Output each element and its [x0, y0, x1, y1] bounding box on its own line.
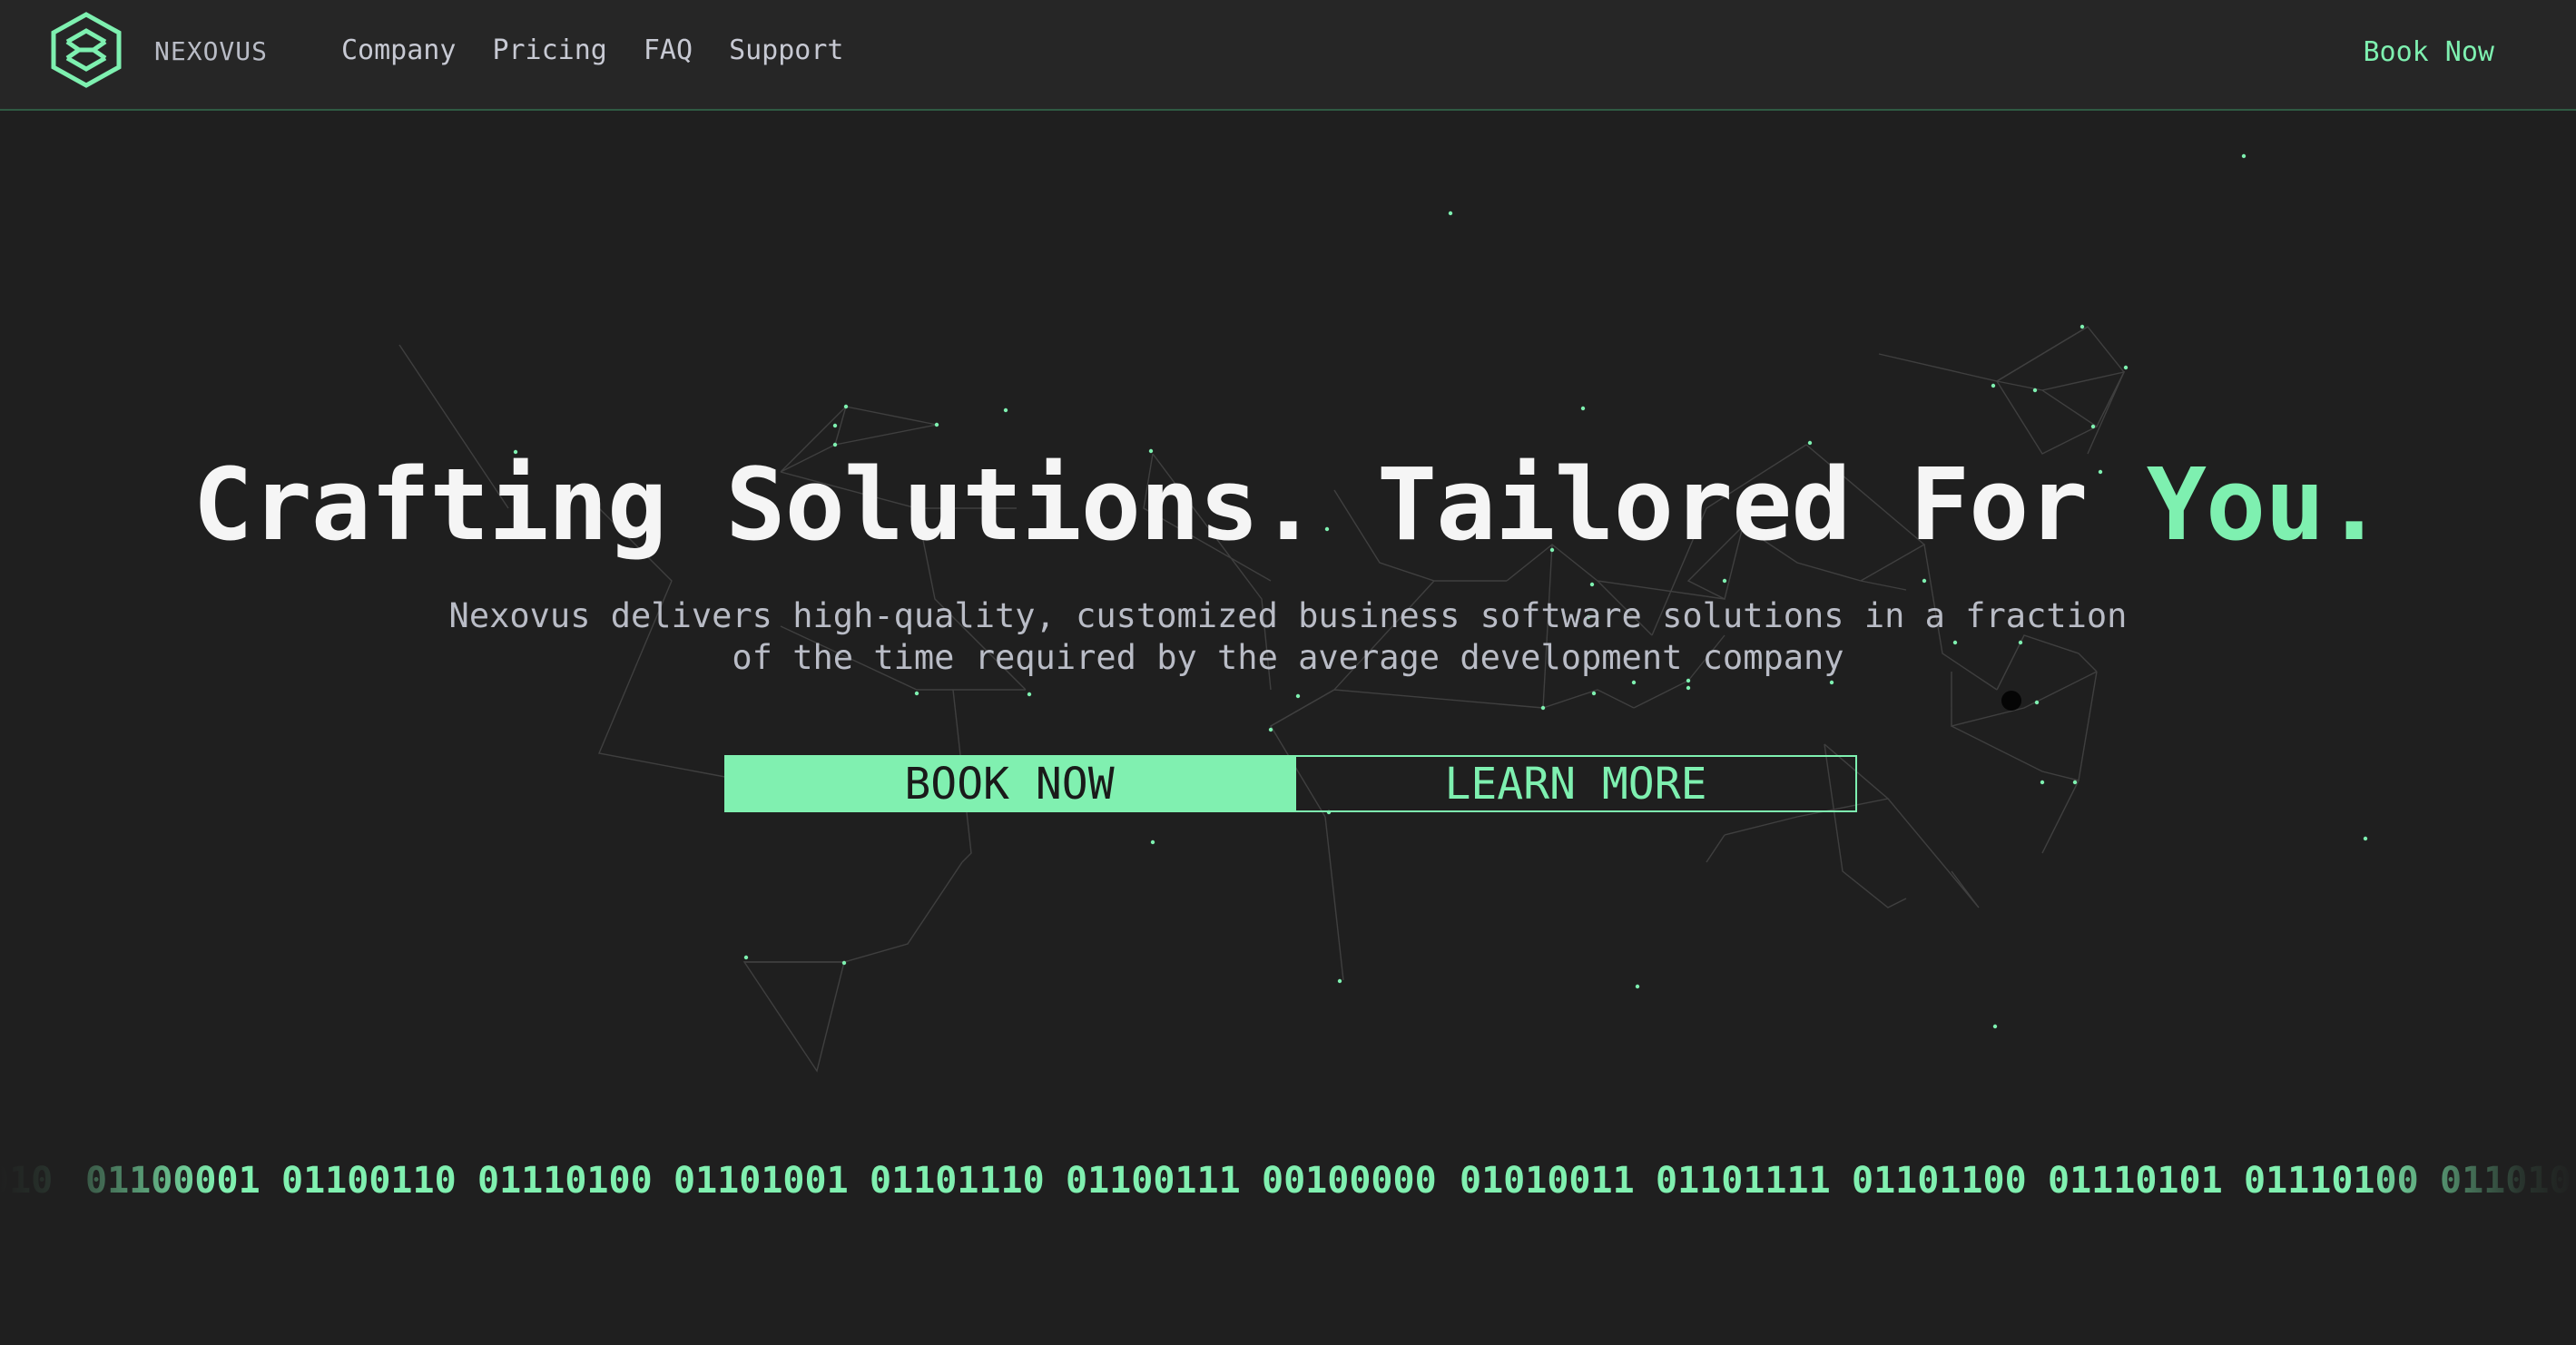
nav-support-link[interactable]: Support — [729, 34, 843, 66]
landing-page: NEXOVUS Company Pricing FAQ Support Book… — [0, 0, 2576, 1345]
ticker-byte: 01101110 — [870, 1160, 1045, 1202]
hero-subtitle-line-1: Nexovus delivers high-quality, customize… — [448, 596, 2128, 635]
hero-subtitle: Nexovus delivers high-quality, customize… — [380, 595, 2196, 679]
ticker-fade-right — [2358, 1154, 2576, 1209]
ticker-byte: 01110101 — [2048, 1160, 2223, 1202]
hero-buttons: BOOK NOW LEARN MORE — [724, 755, 1857, 812]
binary-ticker: 010 01100001 01100110 01110100 01101001 … — [0, 1154, 2576, 1209]
header-book-now-link[interactable]: Book Now — [2364, 36, 2495, 68]
ticker-byte: 01100111 — [1066, 1160, 1241, 1202]
ticker-fade-left — [0, 1154, 218, 1209]
hero-title-main: Crafting Solutions. Tailored For — [192, 447, 2147, 563]
hero-subtitle-line-2: of the time required by the average deve… — [732, 638, 1844, 677]
ticker-byte: 00100000 — [1262, 1160, 1437, 1202]
ticker-byte: 01101111 — [1656, 1160, 1831, 1202]
main-nav: Company Pricing FAQ Support — [341, 34, 844, 66]
book-now-button[interactable]: BOOK NOW — [724, 755, 1294, 812]
nav-faq-link[interactable]: FAQ — [644, 34, 693, 66]
ticker-track: 010 01100001 01100110 01110100 01101001 … — [0, 1154, 2576, 1209]
ticker-byte: 01101001 — [673, 1160, 849, 1202]
hero-title: Crafting Solutions. Tailored For You. — [0, 447, 2576, 563]
hexagon-logo-icon[interactable] — [47, 11, 125, 89]
nav-pricing-link[interactable]: Pricing — [492, 34, 606, 66]
nav-company-link[interactable]: Company — [341, 34, 456, 66]
learn-more-button[interactable]: LEARN MORE — [1294, 755, 1857, 812]
hero-title-accent: You. — [2146, 447, 2384, 563]
ticker-byte: 01101100 — [1852, 1160, 2027, 1202]
ticker-byte: 01010011 — [1460, 1160, 1635, 1202]
ticker-byte: 01110100 — [477, 1160, 653, 1202]
brand-name[interactable]: NEXOVUS — [154, 36, 268, 66]
ticker-byte: 01100110 — [281, 1160, 457, 1202]
site-header: NEXOVUS Company Pricing FAQ Support Book… — [0, 0, 2576, 111]
